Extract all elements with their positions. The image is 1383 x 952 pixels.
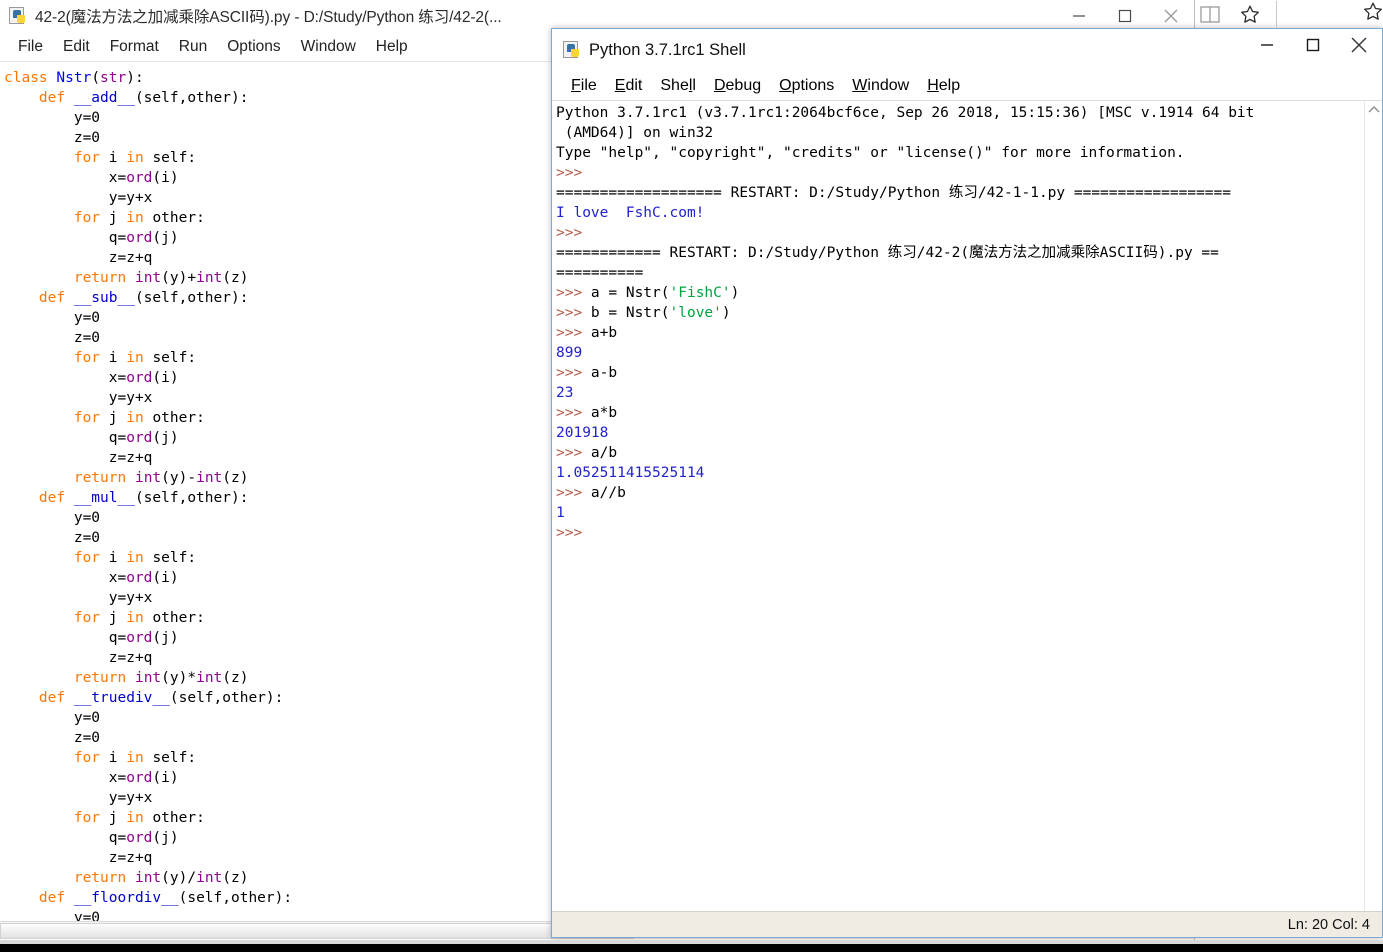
python-shell-window: Python 3.7.1rc1 Shell File Edit Shell Debug… [551, 28, 1383, 938]
editor-menu-format[interactable]: Format [100, 36, 169, 58]
shell-output-area[interactable]: Python 3.7.1rc1 (v3.7.1rc1:2064bcf6ce, S… [552, 101, 1366, 911]
code-line: Python 3.7.1rc1 (v3.7.1rc1:2064bcf6ce, S… [556, 105, 1255, 121]
code-line: >>> a = Nstr('FishC') [556, 285, 740, 301]
code-line: 201918 [556, 425, 609, 441]
editor-menu-help[interactable]: Help [366, 36, 418, 58]
shell-window-title: Python 3.7.1rc1 Shell [589, 40, 746, 59]
scroll-up-arrow-icon[interactable] [1365, 101, 1382, 119]
code-line: 1 [556, 505, 565, 521]
shell-window-controls [1244, 29, 1382, 61]
shell-menu-help[interactable]: Help [918, 76, 969, 96]
python-file-icon [562, 40, 582, 60]
code-line: 1.052511415525114 [556, 465, 705, 481]
shell-menu-window[interactable]: Window [843, 76, 918, 96]
code-line: 899 [556, 345, 583, 361]
code-line: =================== RESTART: D:/Study/Py… [556, 185, 1232, 201]
shell-minimize-button[interactable] [1244, 29, 1290, 61]
code-line: 23 [556, 385, 574, 401]
shell-menu-options[interactable]: Options [770, 76, 843, 96]
code-line: >>> a/b [556, 445, 618, 461]
editor-menu-run[interactable]: Run [169, 36, 217, 58]
screen: 42-2(魔法方法之加减乘除ASCII码).py - D:/Study/Pyth… [0, 0, 1383, 952]
code-line: >>> a*b [556, 405, 618, 421]
shell-menu-file[interactable]: File [562, 76, 606, 96]
cursor-position-status: Ln: 20 Col: 4 [1287, 916, 1370, 933]
editor-menu-window[interactable]: Window [291, 36, 366, 58]
code-line: Type "help", "copyright", "credits" or "… [556, 145, 1185, 161]
shell-vertical-scrollbar[interactable] [1364, 101, 1382, 911]
python-file-icon [8, 6, 28, 26]
shell-close-button[interactable] [1336, 29, 1382, 61]
editor-menu-file[interactable]: File [8, 36, 53, 58]
shell-menubar: File Edit Shell Debug Options Window Help [552, 71, 1382, 101]
code-line: >>> a//b [556, 485, 626, 501]
code-line: >>> a+b [556, 325, 618, 341]
code-line: (AMD64)] on win32 [556, 125, 714, 141]
book-icon[interactable] [1190, 0, 1230, 28]
editor-menu-options[interactable]: Options [217, 36, 290, 58]
background-browser-toolbar [1190, 0, 1383, 30]
editor-window-title: 42-2(魔法方法之加减乘除ASCII码).py - D:/Study/Pyth… [35, 8, 502, 26]
code-line: >>> b = Nstr('love') [556, 305, 731, 321]
background-browser-toolbar-right [1363, 0, 1383, 30]
shell-menu-debug[interactable]: Debug [705, 76, 770, 96]
toolbar-divider [1276, 1, 1277, 27]
editor-menu-edit[interactable]: Edit [53, 36, 100, 58]
shell-maximize-button[interactable] [1290, 29, 1336, 61]
code-line: I love FshC.com! [556, 205, 705, 221]
shell-statusbar: Ln: 20 Col: 4 [552, 911, 1382, 937]
shell-titlebar[interactable]: Python 3.7.1rc1 Shell [552, 29, 1382, 71]
code-line: ========== [556, 265, 644, 281]
star-icon[interactable] [1230, 0, 1270, 28]
code-line: >>> a-b [556, 365, 618, 381]
code-line: ============ RESTART: D:/Study/Python 练习… [556, 245, 1219, 261]
shell-menu-shell[interactable]: Shell [651, 76, 705, 96]
star-icon[interactable] [1362, 1, 1383, 27]
code-line: >>> [556, 525, 591, 541]
shell-menu-edit[interactable]: Edit [606, 76, 652, 96]
editor-hscroll-thumb[interactable] [0, 923, 634, 939]
code-line: >>> [556, 225, 591, 241]
code-line: >>> [556, 165, 591, 181]
taskbar [0, 944, 1383, 952]
